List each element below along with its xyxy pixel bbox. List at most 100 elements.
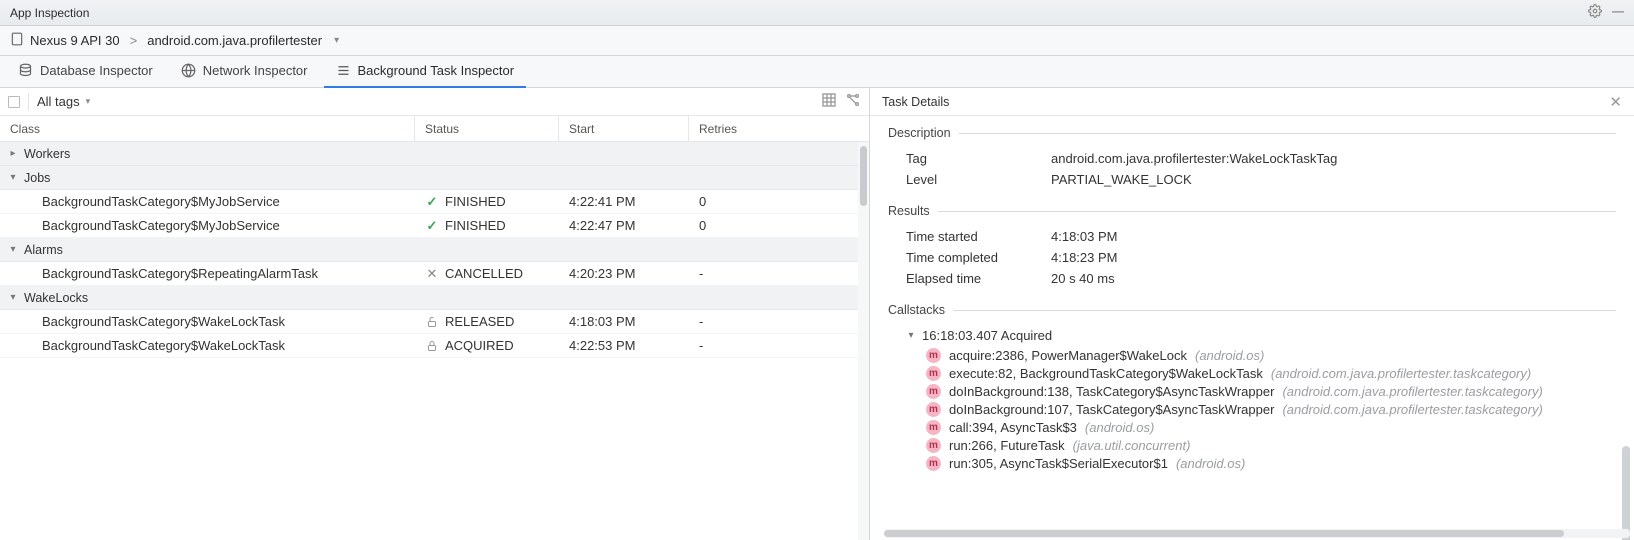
tab-database-inspector[interactable]: Database Inspector [6, 56, 165, 88]
window-header: App Inspection — [0, 0, 1634, 26]
cell-status: ✓FINISHED [415, 194, 559, 210]
group-label: Jobs [24, 171, 50, 185]
table-row[interactable]: BackgroundTaskCategory$WakeLockTask ACQU… [0, 334, 869, 358]
detail-key: Time completed [906, 250, 1051, 265]
minimize-icon[interactable]: — [1612, 4, 1624, 21]
breadcrumb-separator: > [130, 33, 138, 48]
gear-icon[interactable] [1588, 4, 1602, 21]
chevron-down-icon: ▾ [86, 96, 91, 107]
detail-row: LevelPARTIAL_WAKE_LOCK [888, 169, 1616, 190]
method-icon: m [926, 348, 941, 363]
detail-key: Level [906, 172, 1051, 187]
scrollbar[interactable] [884, 529, 1630, 538]
table-row[interactable]: BackgroundTaskCategory$RepeatingAlarmTas… [0, 262, 869, 286]
method-icon: m [926, 402, 941, 417]
callstack-item[interactable]: ▾ 16:18:03.407 Acquired [906, 325, 1616, 346]
section-description: Description [888, 126, 1616, 140]
group-row[interactable]: ▾ Jobs [0, 166, 869, 190]
cell-class: BackgroundTaskCategory$MyJobService [0, 194, 415, 209]
group-row[interactable]: ▸ Workers [0, 142, 869, 166]
tab-label: Network Inspector [203, 63, 308, 78]
chevron-icon: ▸ [8, 148, 18, 159]
callstack-frame[interactable]: mrun:305, AsyncTask$SerialExecutor$1 (an… [906, 454, 1616, 472]
group-label: Workers [24, 147, 70, 161]
section-results: Results [888, 204, 1616, 218]
tab-label: Background Task Inspector [358, 63, 515, 78]
group-row[interactable]: ▾Alarms [0, 238, 869, 262]
col-header-start[interactable]: Start [559, 116, 689, 141]
detail-row: Time started4:18:03 PM [888, 226, 1616, 247]
group-row[interactable]: ▾ WakeLocks [0, 286, 869, 310]
cell-start: 4:22:53 PM [559, 338, 689, 353]
stop-icon[interactable] [8, 96, 20, 108]
table-view-icon[interactable] [821, 92, 837, 111]
scrollbar[interactable] [1622, 446, 1630, 540]
breadcrumb-device: Nexus 9 API 30 [30, 33, 120, 48]
device-icon [10, 32, 24, 49]
detail-key: Tag [906, 151, 1051, 166]
cell-status: RELEASED [415, 314, 559, 329]
chevron-icon: ▾ [8, 172, 18, 183]
details-title: Task Details [882, 95, 1609, 109]
tab-network-inspector[interactable]: Network Inspector [169, 56, 320, 88]
callstack-frame[interactable]: mdoInBackground:138, TaskCategory$AsyncT… [906, 382, 1616, 400]
detail-value: 4:18:23 PM [1051, 250, 1118, 265]
detail-key: Time started [906, 229, 1051, 244]
col-header-class[interactable]: Class [0, 116, 415, 141]
callstack-frame[interactable]: mrun:266, FutureTask (java.util.concurre… [906, 436, 1616, 454]
col-header-status[interactable]: Status [415, 116, 559, 141]
graph-view-icon[interactable] [845, 92, 861, 111]
detail-value: PARTIAL_WAKE_LOCK [1051, 172, 1192, 187]
breadcrumb[interactable]: Nexus 9 API 30 > android.com.java.profil… [0, 26, 1634, 56]
chevron-down-icon: ▾ [906, 330, 916, 341]
table-row[interactable]: BackgroundTaskCategory$MyJobService ✓FIN… [0, 214, 869, 238]
chevron-icon: ▾ [8, 292, 18, 303]
method-icon: m [926, 438, 941, 453]
callstack-frame[interactable]: mdoInBackground:107, TaskCategory$AsyncT… [906, 400, 1616, 418]
close-icon[interactable]: ✕ [1609, 93, 1622, 111]
detail-row: Time completed4:18:23 PM [888, 247, 1616, 268]
cell-retries: - [689, 266, 869, 281]
callstack-frame[interactable]: mexecute:82, BackgroundTaskCategory$Wake… [906, 364, 1616, 382]
task-details-panel: Task Details ✕ Description Tagandroid.co… [870, 88, 1634, 540]
callstack-frame[interactable]: macquire:2386, PowerManager$WakeLock (an… [906, 346, 1616, 364]
cell-class: BackgroundTaskCategory$WakeLockTask [0, 314, 415, 329]
section-callstacks: Callstacks [888, 303, 1616, 317]
cell-status: ACQUIRED [415, 338, 559, 353]
detail-row: Tagandroid.com.java.profilertester:WakeL… [888, 148, 1616, 169]
cell-class: BackgroundTaskCategory$MyJobService [0, 218, 415, 233]
filter-dropdown[interactable]: All tags ▾ [37, 94, 90, 109]
detail-value: 4:18:03 PM [1051, 229, 1118, 244]
method-icon: m [926, 456, 941, 471]
cell-retries: - [689, 314, 869, 329]
chevron-icon: ▾ [8, 244, 18, 255]
col-header-retries[interactable]: Retries [689, 116, 869, 141]
cell-class: BackgroundTaskCategory$WakeLockTask [0, 338, 415, 353]
cell-start: 4:20:23 PM [559, 266, 689, 281]
table-row[interactable]: BackgroundTaskCategory$MyJobService ✓FIN… [0, 190, 869, 214]
callstack-frame[interactable]: mcall:394, AsyncTask$3 (android.os) [906, 418, 1616, 436]
table-body: ▸ Workers ▾ Jobs BackgroundTaskCategory$MyJ… [0, 142, 869, 540]
method-icon: m [926, 384, 941, 399]
group-label: WakeLocks [24, 291, 88, 305]
scrollbar[interactable] [858, 142, 869, 540]
tab-label: Database Inspector [40, 63, 153, 78]
cell-status: ✕CANCELLED [415, 266, 559, 282]
method-icon: m [926, 420, 941, 435]
detail-key: Elapsed time [906, 271, 1051, 286]
tab-background-task-inspector[interactable]: Background Task Inspector [324, 56, 527, 88]
cell-retries: - [689, 338, 869, 353]
chevron-down-icon: ▾ [334, 35, 339, 46]
breadcrumb-app: android.com.java.profilertester [147, 33, 322, 48]
cell-retries: 0 [689, 194, 869, 209]
table-row[interactable]: BackgroundTaskCategory$WakeLockTask RELE… [0, 310, 869, 334]
task-list-panel: All tags ▾ Class Status Start Retries ▸ W… [0, 88, 870, 540]
detail-row: Elapsed time20 s 40 ms [888, 268, 1616, 289]
method-icon: m [926, 366, 941, 381]
detail-value: 20 s 40 ms [1051, 271, 1115, 286]
detail-value: android.com.java.profilertester:WakeLock… [1051, 151, 1337, 166]
table-header: Class Status Start Retries [0, 116, 869, 142]
cell-start: 4:18:03 PM [559, 314, 689, 329]
task-toolbar: All tags ▾ [0, 88, 869, 116]
cell-class: BackgroundTaskCategory$RepeatingAlarmTas… [0, 266, 415, 281]
